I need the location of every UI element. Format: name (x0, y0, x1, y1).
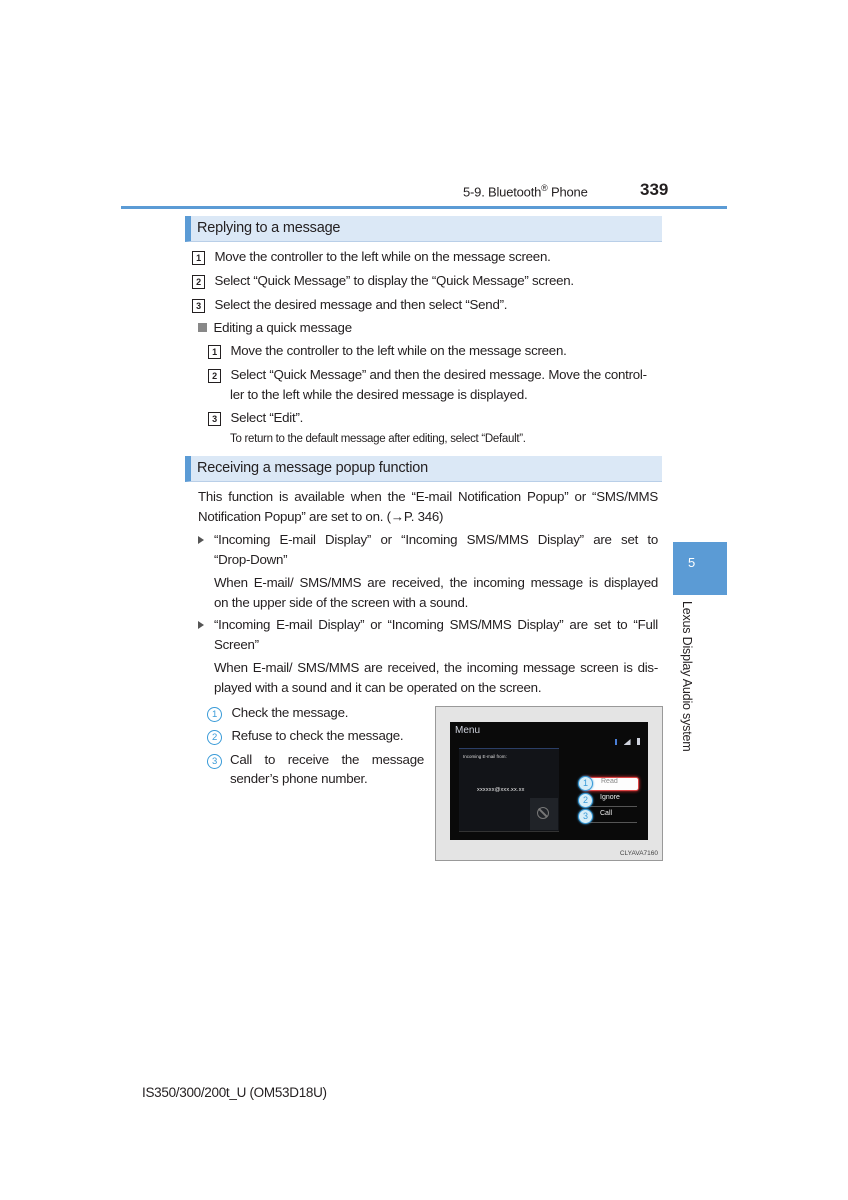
step-text-continued: ler to the left while the desired messag… (230, 387, 528, 402)
bullet-description-continued: played with a sound and it can be operat… (214, 680, 542, 695)
step-number-badge: 2 (192, 275, 205, 289)
figure-caption: CLYAVA7160 (619, 850, 658, 857)
chapter-label-text: Lexus Display Audio system (680, 601, 694, 752)
subsection-heading: Editing a quick message (198, 318, 352, 338)
bullet-text-continued: “Drop-Down” (214, 552, 288, 567)
menu-title: Menu (455, 725, 481, 736)
callout-item: 1 Check the message. (207, 703, 348, 723)
step-text: Select “Quick Message” to display the “Q… (214, 273, 574, 288)
step-item: 1 Move the controller to the left while … (192, 247, 551, 267)
callout-number-icon: 2 (207, 730, 222, 745)
section-heading-text: Replying to a message (197, 220, 341, 236)
step-text: Move the controller to the left while on… (214, 249, 551, 264)
chapter-tab[interactable]: 5 (673, 542, 727, 595)
page-number: 339 (640, 180, 669, 199)
step-number-badge: 3 (208, 412, 221, 426)
section-heading-text: Receiving a message popup function (197, 460, 428, 476)
step-item: 2 Select “Quick Message” to display the … (192, 271, 574, 291)
subsection-title: Editing a quick message (213, 320, 352, 335)
bullet-triangle-icon (198, 530, 204, 550)
display-screen: Menu Incoming E-mail from: xxxxxx@xxx.xx… (450, 722, 648, 840)
bullet-text: “Incoming E-mail Display” or “Incoming S… (214, 617, 658, 632)
option-number-icon: 3 (578, 809, 593, 824)
step-number-badge: 1 (192, 251, 205, 265)
section-heading-popup: Receiving a message popup function (185, 456, 662, 482)
step-number-badge: 2 (208, 369, 221, 383)
bluetooth-icon (615, 739, 618, 745)
callout-text: Check the message. (231, 705, 349, 720)
sender-address: xxxxxx@xxx.xx.xx (477, 787, 525, 793)
option-number-icon: 1 (578, 776, 593, 791)
no-entry-icon (537, 807, 549, 819)
callout-text-continued: sender’s phone number. (230, 771, 368, 786)
step-number-badge: 3 (192, 299, 205, 313)
bullet-description: When E-mail/ SMS/MMS are received, the i… (214, 575, 658, 590)
square-bullet-icon (198, 323, 207, 332)
option-number-icon: 2 (578, 793, 593, 808)
incoming-label: Incoming E-mail from: (463, 754, 507, 759)
signal-icon (623, 739, 631, 745)
section-heading-replying: Replying to a message (185, 216, 662, 242)
status-icons (613, 727, 640, 745)
step-number-badge: 1 (208, 345, 221, 359)
step-item: 2 Select “Quick Message” and then the de… (208, 365, 647, 385)
chapter-number: 5 (688, 555, 696, 570)
callout-text: Refuse to check the message. (231, 728, 404, 743)
note-text: To return to the default message after e… (230, 433, 526, 445)
bullet-triangle-icon (198, 615, 204, 635)
section-title-suffix: Phone (547, 184, 588, 200)
step-text: Select “Quick Message” and then the desi… (230, 367, 647, 382)
callout-item: 2 Refuse to check the message. (207, 726, 404, 746)
running-header: 5-9. Bluetooth® Phone (463, 183, 588, 199)
step-item: 3 Select the desired message and then se… (192, 295, 507, 315)
step-item: 3 Select “Edit”. (208, 408, 303, 428)
header-rule (121, 206, 727, 209)
bullet-text-continued: Screen” (214, 637, 259, 652)
callout-item: 3 (207, 750, 222, 770)
footer-model-code: IS350/300/200t_U (OM53D18U) (142, 1085, 327, 1100)
battery-icon (637, 738, 640, 745)
page-reference-link[interactable]: Notification Popup” are set to on. (→P. … (198, 509, 443, 524)
callout-number-icon: 1 (207, 707, 222, 722)
option-label: Ignore (600, 794, 620, 801)
bullet-text: “Incoming E-mail Display” or “Incoming S… (214, 532, 658, 547)
chapter-label: Lexus Display Audio system (678, 601, 698, 761)
intro-paragraph: This function is available when the “E-m… (198, 489, 658, 504)
screen-figure: Menu Incoming E-mail from: xxxxxx@xxx.xx… (435, 706, 663, 861)
step-text: Select the desired message and then sele… (214, 297, 508, 312)
option-label: Call (600, 810, 613, 817)
callout-number-icon: 3 (207, 754, 222, 769)
step-text: Select “Edit”. (230, 410, 304, 425)
step-item: 1 Move the controller to the left while … (208, 341, 567, 361)
no-entry-button[interactable] (530, 798, 558, 830)
callout-text: Call to receive the message (230, 752, 424, 767)
option-label: Read (601, 778, 618, 785)
step-text: Move the controller to the left while on… (230, 343, 567, 358)
bullet-description-continued: on the upper side of the screen with a s… (214, 595, 469, 610)
section-title: 5-9. Bluetooth (463, 184, 542, 200)
bullet-description: When E-mail/ SMS/MMS are received, the i… (214, 660, 658, 675)
intro-paragraph-continued: Notification Popup” are set to on. (→P. … (198, 507, 443, 527)
